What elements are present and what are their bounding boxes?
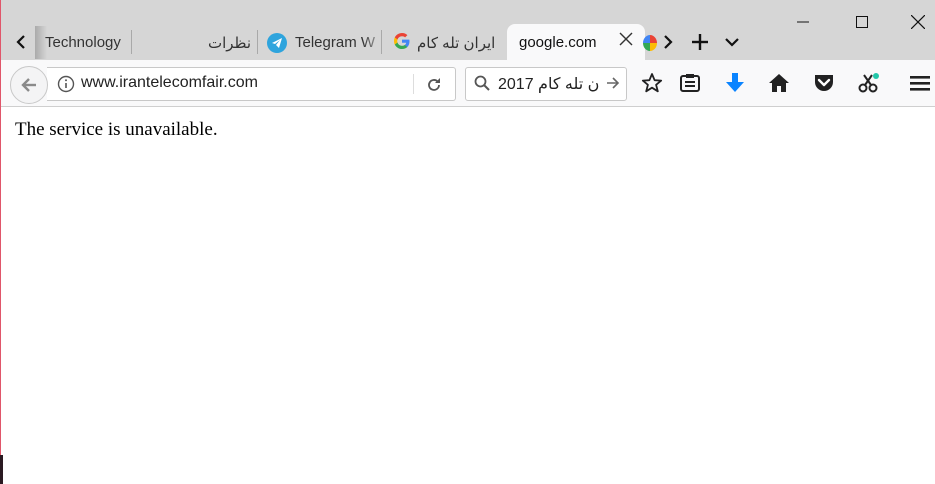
site-info-icon[interactable] [57, 75, 75, 93]
tab-overflow-shadow [35, 26, 47, 59]
star-icon [641, 73, 663, 93]
tab-strip: Technology نظرات Telegram W ایران تله کا… [1, 0, 935, 62]
minimize-button[interactable] [789, 8, 817, 36]
tab-irantelecom-search[interactable]: ایران تله کام [385, 26, 511, 59]
pocket-button[interactable] [811, 70, 837, 96]
navigation-toolbar: www.irantelecomfair.com ن تله کام 2017 [1, 60, 935, 107]
tab-fade [119, 26, 141, 59]
hamburger-menu-icon [910, 76, 930, 91]
tab-google-active[interactable]: google.com [507, 24, 645, 60]
tab-title: google.com [519, 33, 597, 51]
tab-title: ایران تله کام [417, 34, 496, 52]
search-input[interactable]: ن تله کام 2017 [498, 74, 608, 94]
arrow-right-icon [607, 77, 620, 89]
scissors-extension-icon [858, 73, 879, 93]
tab-title: نظرات [207, 34, 251, 52]
page-error-message: The service is unavailable. [15, 119, 218, 140]
chrome-icon [643, 34, 657, 51]
chevron-down-icon [725, 38, 739, 47]
tab-separator [257, 30, 258, 54]
tab-telegram[interactable]: Telegram W [259, 26, 385, 59]
taskbar-edge [0, 455, 3, 484]
pocket-icon [815, 75, 833, 91]
reload-icon [428, 78, 440, 91]
home-button[interactable] [766, 70, 792, 96]
url-divider [413, 74, 414, 94]
downloads-button[interactable] [722, 70, 748, 96]
extension-button[interactable] [856, 70, 882, 96]
tab-separator [381, 30, 382, 54]
download-arrow-icon [726, 73, 744, 92]
reload-button[interactable] [423, 74, 445, 96]
reading-list-button[interactable] [677, 70, 703, 96]
tab-scroll-right-button[interactable] [656, 27, 680, 57]
close-icon [619, 32, 633, 46]
google-icon [393, 32, 411, 54]
tab-title: Technology [45, 34, 121, 51]
back-button[interactable] [10, 66, 48, 104]
maximize-icon [856, 16, 868, 28]
close-icon [911, 15, 925, 29]
tab-technology[interactable]: Technology [35, 26, 141, 59]
home-icon [769, 74, 789, 92]
tab-close-button[interactable] [619, 32, 633, 50]
url-bar[interactable]: www.irantelecomfair.com [47, 67, 456, 101]
new-tab-button[interactable] [687, 27, 713, 57]
maximize-button[interactable] [848, 8, 876, 36]
tab-chrome-partial[interactable] [637, 26, 657, 59]
tab-separator [131, 30, 132, 54]
chevron-right-icon [664, 35, 673, 49]
search-bar[interactable]: ن تله کام 2017 [465, 67, 627, 101]
chevron-left-icon [16, 35, 25, 49]
minimize-icon [797, 21, 809, 23]
all-tabs-button[interactable] [719, 27, 745, 57]
search-go-button[interactable] [606, 76, 620, 95]
telegram-icon [267, 32, 287, 53]
main-menu-button[interactable] [907, 70, 933, 96]
url-text: www.irantelecomfair.com [81, 74, 258, 91]
back-arrow-icon [21, 78, 36, 92]
search-icon [474, 75, 490, 96]
clipboard-list-icon [680, 74, 700, 92]
tab-nazarat[interactable]: نظرات [151, 26, 255, 59]
tab-scroll-left-button[interactable] [7, 26, 35, 58]
close-window-button[interactable] [904, 8, 932, 36]
plus-icon [692, 34, 708, 50]
bookmark-star-button[interactable] [639, 70, 665, 96]
